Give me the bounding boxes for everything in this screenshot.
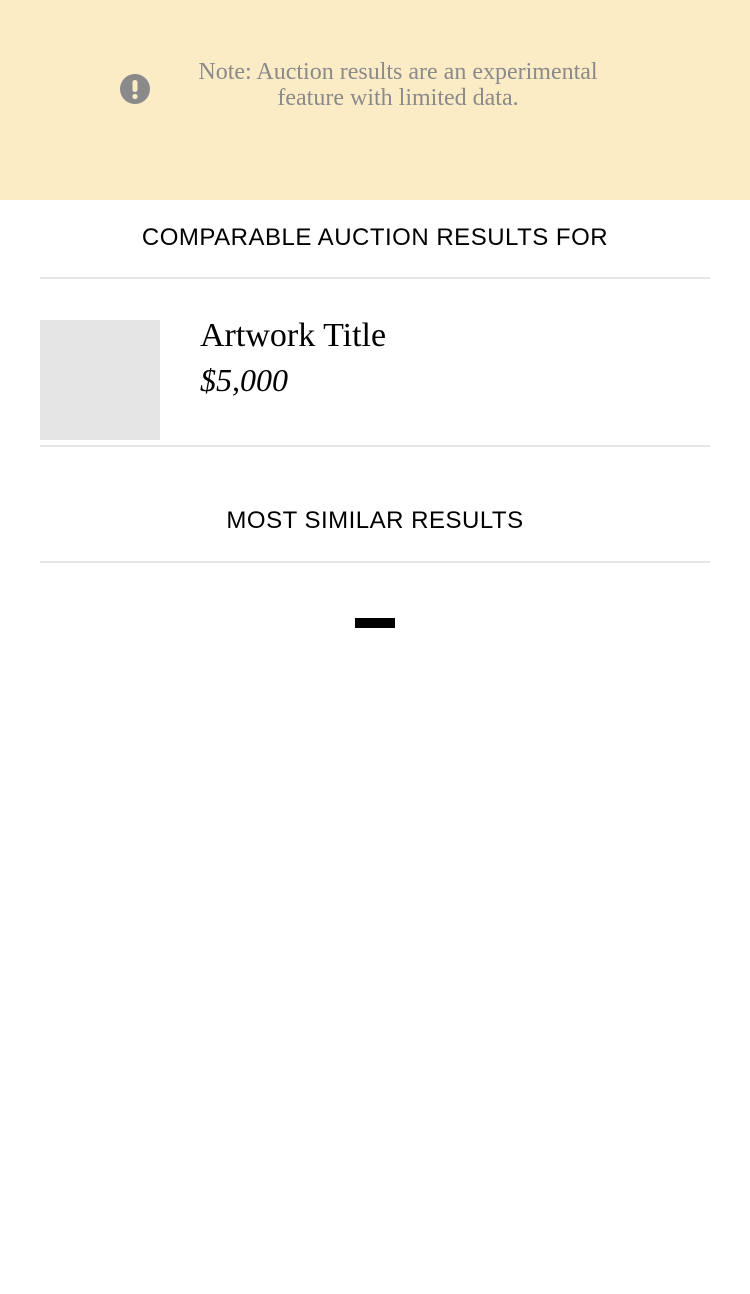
divider <box>40 277 710 279</box>
artwork-thumbnail[interactable] <box>40 320 160 440</box>
artwork-title: Artwork Title <box>200 317 387 354</box>
exclamation-circle-icon <box>120 74 150 104</box>
divider <box>40 445 710 447</box>
comparable-results-heading: COMPARABLE AUCTION RESULTS FOR <box>141 224 609 251</box>
experimental-notice-banner: Note: Auction results are an experimenta… <box>0 0 750 200</box>
notice-text: Note: Auction results are an experimenta… <box>198 59 598 111</box>
loading-spinner <box>355 618 395 628</box>
most-similar-results-heading: MOST SIMILAR RESULTS <box>226 507 524 534</box>
artwork-summary[interactable]: Artwork Title $5,000 <box>40 317 710 440</box>
divider <box>40 561 710 563</box>
artwork-price: $5,000 <box>200 362 288 398</box>
